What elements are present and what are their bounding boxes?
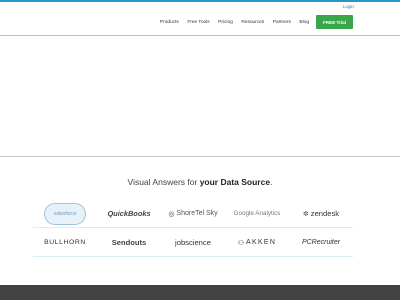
logo-jobscience[interactable]: jobscience [161, 229, 225, 257]
logo-shoretel-sky[interactable]: ◎ ShoreTel Sky [161, 200, 225, 228]
logo-sendouts[interactable]: Sendouts [97, 229, 161, 257]
jobscience-logo-text: jobscience [175, 238, 211, 247]
zendesk-gear-icon: ✲ [302, 210, 309, 218]
salesforce-cloud-icon: salesforce [44, 202, 86, 225]
salesforce-logo-text: salesforce [53, 210, 77, 217]
zendesk-logo-text: zendesk [310, 209, 340, 218]
headline-suffix: . [270, 177, 273, 187]
logo-google-analytics[interactable]: Google Analytics [225, 200, 289, 228]
pcrecruiter-logo-text: PCRecruiter [301, 239, 341, 246]
integrations-headline: Visual Answers for your Data Source. [0, 177, 400, 187]
nav-item-blog[interactable]: Blog [299, 20, 309, 25]
logo-akken[interactable]: ⚇ AKKEN [225, 229, 289, 257]
nav-item-resources[interactable]: Resources [241, 20, 264, 25]
bullhorn-logo-text: BULLHORN [44, 239, 86, 246]
logo-zendesk[interactable]: ✲ zendesk [289, 200, 353, 228]
site-header: Login Products Free Tools Pricing Resour… [0, 0, 400, 36]
main-nav: Products Free Tools Pricing Resources Pa… [160, 15, 353, 29]
nav-item-free-tools[interactable]: Free Tools [187, 20, 209, 25]
login-link[interactable]: Login [343, 4, 354, 9]
shoretel-swirl-icon: ◎ [168, 210, 175, 218]
headline-prefix: Visual Answers for [127, 177, 200, 187]
nav-item-partners[interactable]: Partners [273, 20, 291, 25]
google-analytics-logo-text: Google Analytics [233, 210, 281, 217]
integration-logos: salesforce QuickBooks ◎ ShoreTel Sky Goo… [33, 200, 353, 258]
akken-logo-text: AKKEN [246, 239, 277, 246]
headline-strong: your Data Source [199, 177, 271, 187]
footer-bar [0, 285, 400, 300]
logo-bullhorn[interactable]: BULLHORN [33, 229, 97, 257]
logo-quickbooks[interactable]: QuickBooks [97, 200, 161, 228]
hero-area [0, 36, 400, 157]
logo-pcrecruiter[interactable]: PCRecruiter [289, 229, 353, 257]
nav-item-pricing[interactable]: Pricing [218, 20, 233, 25]
akken-people-icon: ⚇ [237, 239, 245, 247]
nav-item-products[interactable]: Products [160, 20, 179, 25]
free-trial-button[interactable]: FREE Trial [316, 15, 353, 29]
quickbooks-logo-text: QuickBooks [107, 209, 151, 218]
sendouts-logo-text: Sendouts [111, 238, 147, 247]
logo-salesforce[interactable]: salesforce [33, 200, 97, 228]
shoretel-logo-text: ShoreTel Sky [176, 210, 218, 217]
